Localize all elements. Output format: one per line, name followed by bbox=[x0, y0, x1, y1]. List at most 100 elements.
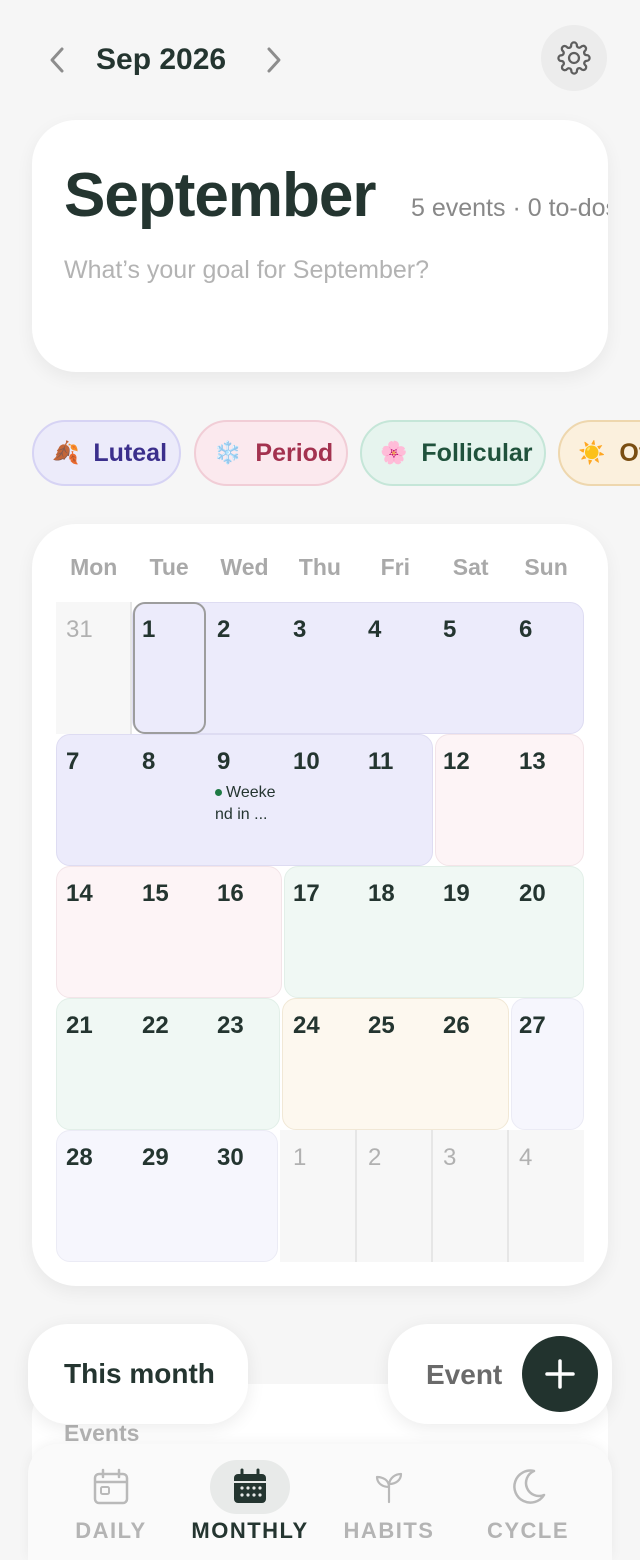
calendar-day-cell[interactable]: 26 bbox=[433, 998, 508, 1130]
calendar-day-cell[interactable]: 29 bbox=[132, 1130, 207, 1262]
calendar-day-cell[interactable]: 3 bbox=[433, 1130, 508, 1262]
day-number: 9 bbox=[217, 748, 231, 775]
this-month-button[interactable]: This month bbox=[28, 1324, 248, 1424]
calendar-day-cell[interactable]: 31 bbox=[56, 602, 131, 734]
next-month-button[interactable] bbox=[253, 40, 293, 80]
day-number: 4 bbox=[519, 1144, 533, 1171]
weekday-label: Tue bbox=[149, 554, 189, 580]
add-event-button[interactable]: Event bbox=[388, 1324, 612, 1424]
tab-label: MONTHLY bbox=[191, 1518, 309, 1543]
tab-daily[interactable]: DAILY bbox=[51, 1460, 171, 1560]
calendar-day-cell[interactable]: 1 bbox=[283, 1130, 358, 1262]
day-number: 26 bbox=[443, 1012, 470, 1039]
calendar-day-cell[interactable]: 28 bbox=[56, 1130, 131, 1262]
chip-label: Ovulation bbox=[619, 438, 640, 467]
chip-ovulation[interactable]: ☀️ Ovulation bbox=[558, 420, 640, 486]
blossom-icon: 🌸 bbox=[380, 440, 408, 465]
previous-month-button[interactable] bbox=[38, 40, 78, 80]
calendar-day-cell[interactable]: 7 bbox=[56, 734, 131, 866]
calendar-day-cell[interactable]: 4 bbox=[358, 602, 433, 734]
tab-cycle[interactable]: CYCLE bbox=[468, 1460, 588, 1560]
calendar-day-cell[interactable]: 11 bbox=[358, 734, 433, 866]
day-number: 29 bbox=[142, 1144, 169, 1171]
day-number: 21 bbox=[66, 1012, 93, 1039]
calendar-day-cell[interactable]: 16 bbox=[207, 866, 282, 998]
calendar-day-cell[interactable]: 22 bbox=[132, 998, 207, 1130]
calendar-day-cell[interactable]: 2 bbox=[358, 1130, 433, 1262]
calendar-day-cell[interactable]: 15 bbox=[132, 866, 207, 998]
calendar-day-cell[interactable]: 3 bbox=[283, 602, 358, 734]
calendar-day-cell[interactable]: 13 bbox=[509, 734, 584, 866]
chip-label: Period bbox=[255, 438, 334, 467]
moon-icon bbox=[488, 1460, 568, 1514]
top-bar: Sep 2026 bbox=[0, 0, 640, 120]
day-number: 13 bbox=[519, 748, 546, 775]
calendar-day-cell[interactable]: 8 bbox=[132, 734, 207, 866]
day-number: 14 bbox=[66, 880, 93, 907]
calendar-day-cell[interactable]: 17 bbox=[283, 866, 358, 998]
day-number: 19 bbox=[443, 880, 470, 907]
calendar-day-cell[interactable]: 25 bbox=[358, 998, 433, 1130]
calendar-day-cell[interactable]: 27 bbox=[509, 998, 584, 1130]
weekday-label: Sun bbox=[524, 554, 568, 580]
weekday-label: Mon bbox=[70, 554, 118, 580]
current-month-label[interactable]: Sep 2026 bbox=[96, 40, 226, 80]
month-summary-card: September 5 events · 0 to-dos What’s you… bbox=[32, 120, 608, 372]
day-number: 28 bbox=[66, 1144, 93, 1171]
day-number: 8 bbox=[142, 748, 156, 775]
calendar-day-cell[interactable]: 12 bbox=[433, 734, 508, 866]
add-button[interactable] bbox=[522, 1336, 598, 1412]
calendar-day-cell[interactable]: 24 bbox=[283, 998, 358, 1130]
weekday-label: Sat bbox=[452, 554, 489, 580]
chip-label: Luteal bbox=[93, 438, 168, 467]
tab-habits[interactable]: HABITS bbox=[329, 1460, 449, 1560]
calendar-day-cell[interactable]: 19 bbox=[433, 866, 508, 998]
weekday-header: Mon Tue Wed Thu Fri Sat Sun bbox=[56, 554, 584, 586]
month-goal-input[interactable]: What’s your goal for September? bbox=[64, 256, 429, 285]
event-button-label: Event bbox=[426, 1359, 503, 1390]
day-number: 20 bbox=[519, 880, 546, 907]
chevron-right-icon bbox=[267, 47, 281, 73]
month-stats: 5 events · 0 to-dos bbox=[411, 194, 608, 222]
sprout-icon bbox=[349, 1460, 429, 1514]
chip-period[interactable]: ❄️ Period bbox=[194, 420, 348, 486]
day-number: 15 bbox=[142, 880, 169, 907]
calendar-day-cell[interactable]: 30 bbox=[207, 1130, 282, 1262]
day-number: 7 bbox=[66, 748, 80, 775]
day-number: 3 bbox=[293, 616, 307, 643]
calendar-day-cell[interactable]: 6 bbox=[509, 602, 584, 734]
day-number: 6 bbox=[519, 616, 533, 643]
chip-luteal[interactable]: 🍂 Luteal bbox=[32, 420, 181, 486]
weekday-label: Wed bbox=[220, 554, 269, 580]
calendar-day-cell[interactable]: 23 bbox=[207, 998, 282, 1130]
day-number: 1 bbox=[142, 616, 156, 643]
day-number: 3 bbox=[443, 1144, 457, 1171]
calendar-day-cell[interactable]: 1 bbox=[132, 602, 207, 734]
day-number: 1 bbox=[293, 1144, 307, 1171]
chevron-left-icon bbox=[50, 47, 64, 73]
day-number: 23 bbox=[217, 1012, 244, 1039]
event-dot-icon bbox=[215, 789, 222, 797]
calendar-day-cell[interactable]: 9 Weeke nd in ... bbox=[207, 734, 282, 866]
calendar-day-cell[interactable]: 2 bbox=[207, 602, 282, 734]
calendar-day-cell[interactable]: 21 bbox=[56, 998, 131, 1130]
tab-monthly[interactable]: MONTHLY bbox=[183, 1460, 317, 1560]
calendar-day-cell[interactable]: 5 bbox=[433, 602, 508, 734]
day-number: 10 bbox=[293, 748, 320, 775]
chip-follicular[interactable]: 🌸 Follicular bbox=[360, 420, 546, 486]
settings-button[interactable] bbox=[541, 25, 607, 91]
gear-icon bbox=[557, 41, 591, 75]
calendar-day-cell[interactable]: 18 bbox=[358, 866, 433, 998]
this-month-label: This month bbox=[64, 1358, 215, 1389]
chip-label: Follicular bbox=[421, 438, 533, 467]
event-chip[interactable]: Weeke nd in ... bbox=[215, 782, 281, 826]
tab-label: DAILY bbox=[75, 1518, 147, 1543]
weekday-label: Fri bbox=[380, 554, 410, 580]
calendar-day-cell[interactable]: 14 bbox=[56, 866, 131, 998]
event-title: Weeke nd in ... bbox=[215, 784, 276, 823]
calendar-day-cell[interactable]: 10 bbox=[283, 734, 358, 866]
calendar-day-cell[interactable]: 4 bbox=[509, 1130, 584, 1262]
calendar-day-cell[interactable]: 20 bbox=[509, 866, 584, 998]
leaf-icon: 🍂 bbox=[52, 440, 80, 465]
day-number: 30 bbox=[217, 1144, 244, 1171]
